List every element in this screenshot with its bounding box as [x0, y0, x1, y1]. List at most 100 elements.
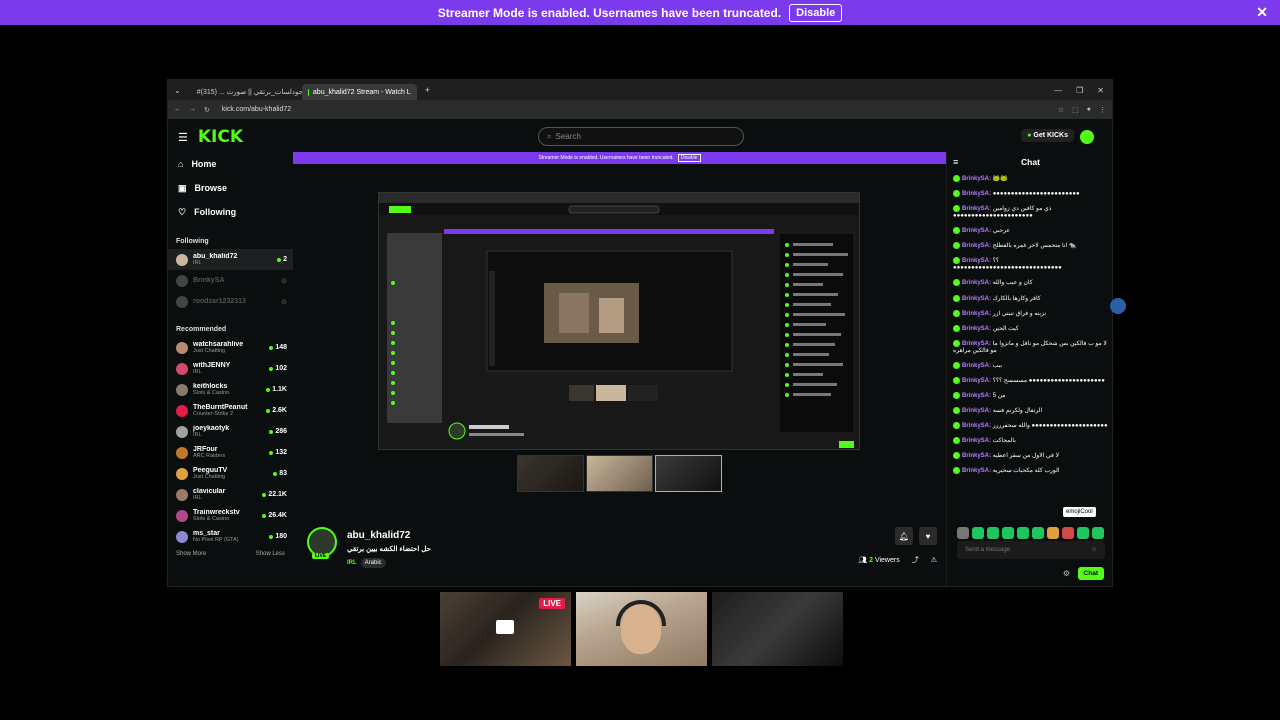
chat-username[interactable]: BrinkySA: — [962, 326, 991, 332]
address-bar-row: ← → ↻ kick.com/abu-khalid72 ☆ ⬚ ● ⋮ — [168, 100, 1112, 119]
chat-username[interactable]: BrinkySA: — [962, 206, 991, 212]
show-less-button[interactable]: Show Less — [256, 551, 285, 557]
close-window-button[interactable]: ✕ — [1097, 86, 1104, 95]
channel-item[interactable]: BrinkySA ⊘ — [168, 270, 293, 291]
get-kicks-button[interactable]: ● Get KICKs — [1021, 129, 1074, 142]
minimize-button[interactable]: — — [1054, 86, 1062, 95]
nav-browse[interactable]: ▣ Browse — [168, 176, 293, 200]
browser-tab[interactable]: #جودلسات_برتقي || صورت ... (315) — [187, 84, 302, 100]
chat-username[interactable]: BrinkySA: — [962, 453, 991, 459]
camera-thumb[interactable] — [586, 455, 653, 492]
url-field[interactable]: kick.com/abu-khalid72 — [218, 103, 1050, 117]
camera-view[interactable] — [576, 592, 707, 666]
profile-icon[interactable]: ● — [1087, 106, 1091, 113]
chat-username[interactable]: BrinkySA: — [962, 378, 991, 384]
emote-icon[interactable] — [1032, 527, 1044, 539]
bookmark-icon[interactable]: ☆ — [1058, 106, 1064, 114]
browser-tab-active[interactable]: abu_khalid72 Stream - Watch L — [301, 84, 417, 100]
channel-item[interactable]: joeykaotyk IRL 286 — [168, 421, 293, 442]
chat-input[interactable]: Send a message ☺ — [957, 541, 1105, 559]
channel-name: PeeguuTV — [193, 466, 228, 474]
chat-username[interactable]: BrinkySA: — [962, 258, 991, 264]
emote-icon[interactable] — [1092, 527, 1104, 539]
extensions-icon[interactable]: ⬚ — [1072, 106, 1079, 114]
emote-icon[interactable] — [1047, 527, 1059, 539]
chat-username[interactable]: BrinkySA: — [962, 243, 991, 249]
avatar[interactable] — [1080, 130, 1094, 144]
channel-item[interactable]: roodzar1232313 ⊘ — [168, 291, 293, 312]
emote-icon[interactable] — [957, 527, 969, 539]
chat-username[interactable]: BrinkySA: — [962, 228, 991, 234]
channel-item[interactable]: keithlocks Slots & Casino 1.1K — [168, 379, 293, 400]
disable-button[interactable]: Disable — [789, 3, 843, 22]
chat-username[interactable]: BrinkySA: — [962, 176, 991, 182]
nav-following[interactable]: ♡ Following — [168, 200, 293, 224]
chat-username[interactable]: BrinkySA: — [962, 191, 991, 197]
emote-icon[interactable] — [1062, 527, 1074, 539]
emote-icon[interactable] — [1077, 527, 1089, 539]
forward-icon[interactable]: → — [189, 106, 196, 113]
channel-item[interactable]: clavicular IRL 22.1K — [168, 484, 293, 505]
share-icon[interactable]: ⤴ — [912, 555, 919, 565]
chat-message: BrinkySA: ببب — [953, 359, 1108, 374]
badge-icon — [953, 227, 960, 235]
show-more-button[interactable]: Show More — [176, 551, 206, 557]
tab-list-icon[interactable]: ⌄ — [168, 86, 187, 95]
emote-icon[interactable] — [1017, 527, 1029, 539]
chat-username[interactable]: BrinkySA: — [962, 408, 991, 414]
send-chat-button[interactable]: Chat — [1077, 567, 1104, 580]
chat-username[interactable]: BrinkySA: — [962, 468, 991, 474]
nav-home[interactable]: ⌂ Home — [168, 152, 293, 176]
emoji-picker-icon[interactable]: ☺ — [1091, 547, 1097, 553]
chat-username[interactable]: BrinkySA: — [962, 281, 991, 287]
badge-icon — [953, 257, 960, 265]
kick-logo[interactable]: KICK — [198, 127, 243, 147]
emote-icon[interactable] — [1002, 527, 1014, 539]
chat-text: عرجبي — [992, 228, 1011, 235]
channel-item[interactable]: PeeguuTV Just Chatting 83 — [168, 463, 293, 484]
chat-username[interactable]: BrinkySA: — [962, 438, 991, 444]
channel-meta: abu_khalid72 IRL — [193, 253, 272, 267]
hamburger-icon[interactable]: ☰ — [178, 131, 188, 144]
chat-username[interactable]: BrinkySA: — [962, 393, 991, 399]
close-icon[interactable]: ✕ — [1256, 4, 1268, 21]
chat-username[interactable]: BrinkySA: — [962, 341, 991, 347]
menu-icon[interactable]: ⋮ — [1099, 106, 1106, 114]
channel-item[interactable]: ms_star No Pixel RP (GTA) 180 — [168, 526, 293, 547]
channel-item[interactable]: Trainwreckstv Slots & Casino 26.4K — [168, 505, 293, 526]
chat-username[interactable]: BrinkySA: — [962, 363, 991, 369]
notification-bell-icon[interactable]: 🔔︎ — [895, 527, 913, 545]
new-tab-button[interactable]: + — [417, 85, 438, 95]
camera-view[interactable]: LIVE — [440, 592, 571, 666]
chat-username[interactable]: BrinkySA: — [962, 296, 991, 302]
stream-category[interactable]: IRL — [347, 560, 357, 566]
chat-username[interactable]: BrinkySA: — [962, 423, 991, 429]
chat-settings-icon[interactable]: ⚙ — [1063, 569, 1070, 578]
follow-heart-icon[interactable]: ♥ — [919, 527, 937, 545]
streamer-name[interactable]: abu_khalid72 — [347, 530, 410, 541]
channel-item[interactable]: watchsarahlive Just Chatting 148 — [168, 337, 293, 358]
reload-icon[interactable]: ↻ — [204, 106, 210, 114]
emote-icon[interactable] — [987, 527, 999, 539]
search-input[interactable]: ⌕ Search — [538, 127, 744, 146]
camera-thumb[interactable] — [655, 455, 722, 492]
stream-tag[interactable]: Arabic — [360, 558, 386, 568]
camera-view[interactable] — [712, 592, 843, 666]
video-player[interactable] — [378, 192, 860, 450]
emote-icon[interactable] — [972, 527, 984, 539]
channel-item[interactable]: withJENNY IRL 102 — [168, 358, 293, 379]
chat-username[interactable]: BrinkySA: — [962, 311, 991, 317]
camera-thumb[interactable] — [517, 455, 584, 492]
back-icon[interactable]: ← — [174, 106, 181, 113]
channel-item[interactable]: abu_khalid72 IRL 2 — [168, 249, 293, 270]
channel-item[interactable]: TheBurntPeanut Counter-Strike 2 2.6K — [168, 400, 293, 421]
maximize-button[interactable]: ❐ — [1076, 86, 1083, 95]
channel-item[interactable]: JRFour ARC Raiders 132 — [168, 442, 293, 463]
inner-disable-button[interactable]: Disable — [677, 154, 701, 162]
floating-action-icon[interactable] — [1110, 298, 1126, 314]
channel-meta: JRFour ARC Raiders — [193, 446, 264, 460]
report-icon[interactable]: ⚠ — [931, 556, 937, 564]
chat-text: ●●●●●●●●●●●●●●●●●●●●●●●● — [992, 191, 1080, 198]
collapse-chat-icon[interactable]: ≡ — [953, 157, 958, 167]
badge-icon — [953, 175, 960, 182]
